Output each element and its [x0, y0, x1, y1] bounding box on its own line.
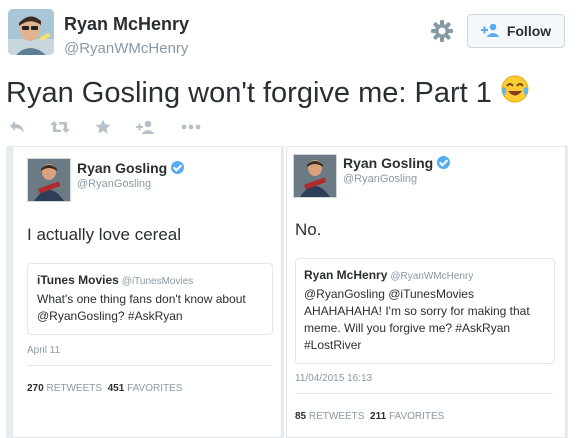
left-stats: 270 RETWEETS 451 FAVORITES	[27, 383, 183, 394]
author-handle[interactable]: @RyanWMcHenry	[64, 40, 188, 57]
left-quoted-name: iTunes Movies @iTunesMovies	[37, 273, 194, 287]
left-avatar	[27, 158, 71, 202]
divider	[27, 365, 271, 366]
right-name: Ryan Gosling	[343, 155, 451, 171]
right-quoted-tweet: Ryan McHenry @RyanWMcHenry @RyanGosling @…	[295, 258, 555, 364]
right-tweet-text: No.	[295, 220, 322, 239]
left-tweet-card: Ryan Gosling @RyanGosling I actually lov…	[12, 146, 282, 438]
left-quoted-tweet: iTunes Movies @iTunesMovies What's one th…	[27, 263, 273, 335]
left-screenshot: Ryan Gosling @RyanGosling I actually lov…	[6, 146, 284, 438]
right-avatar	[293, 154, 337, 198]
left-handle: @RyanGosling	[77, 178, 152, 190]
right-quoted-text: @RyanGosling @iTunesMovies AHAHAHAHA! I'…	[304, 287, 530, 352]
right-date: 11/04/2015 16:13	[295, 373, 373, 384]
left-date: April 11	[27, 345, 61, 356]
follow-user-icon[interactable]	[136, 120, 156, 134]
tweet-body: Ryan Gosling won't forgive me: Part 1	[6, 76, 492, 109]
reply-icon[interactable]	[9, 120, 25, 134]
divider	[295, 393, 553, 394]
right-handle: @RyanGosling	[343, 173, 418, 185]
follow-label: Follow	[506, 23, 552, 39]
author-name[interactable]: Ryan McHenry	[64, 14, 189, 35]
favorite-icon[interactable]	[95, 119, 111, 135]
more-icon[interactable]	[181, 124, 201, 130]
retweet-icon[interactable]	[50, 120, 70, 134]
joy-emoji-icon	[500, 74, 530, 112]
right-quoted-name: Ryan McHenry @RyanWMcHenry	[304, 268, 474, 282]
tweet-actions	[9, 119, 201, 135]
follow-button[interactable]: Follow	[467, 14, 565, 48]
author-avatar[interactable]	[8, 9, 54, 55]
left-quoted-text: What's one thing fans don't know about @…	[37, 292, 246, 323]
left-name: Ryan Gosling	[77, 160, 185, 176]
verified-icon	[437, 156, 451, 169]
left-tweet-text: I actually love cereal	[27, 225, 182, 244]
verified-icon	[171, 161, 185, 174]
right-stats: 85 RETWEETS 211 FAVORITES	[295, 411, 445, 422]
gear-icon[interactable]	[430, 19, 454, 43]
follow-icon	[480, 23, 501, 40]
right-screenshot: Ryan Gosling @RyanGosling No. Ryan McHen…	[286, 146, 568, 438]
tweet-text: Ryan Gosling won't forgive me: Part 1	[6, 74, 530, 112]
right-tweet-card: Ryan Gosling @RyanGosling No. Ryan McHen…	[286, 146, 566, 438]
